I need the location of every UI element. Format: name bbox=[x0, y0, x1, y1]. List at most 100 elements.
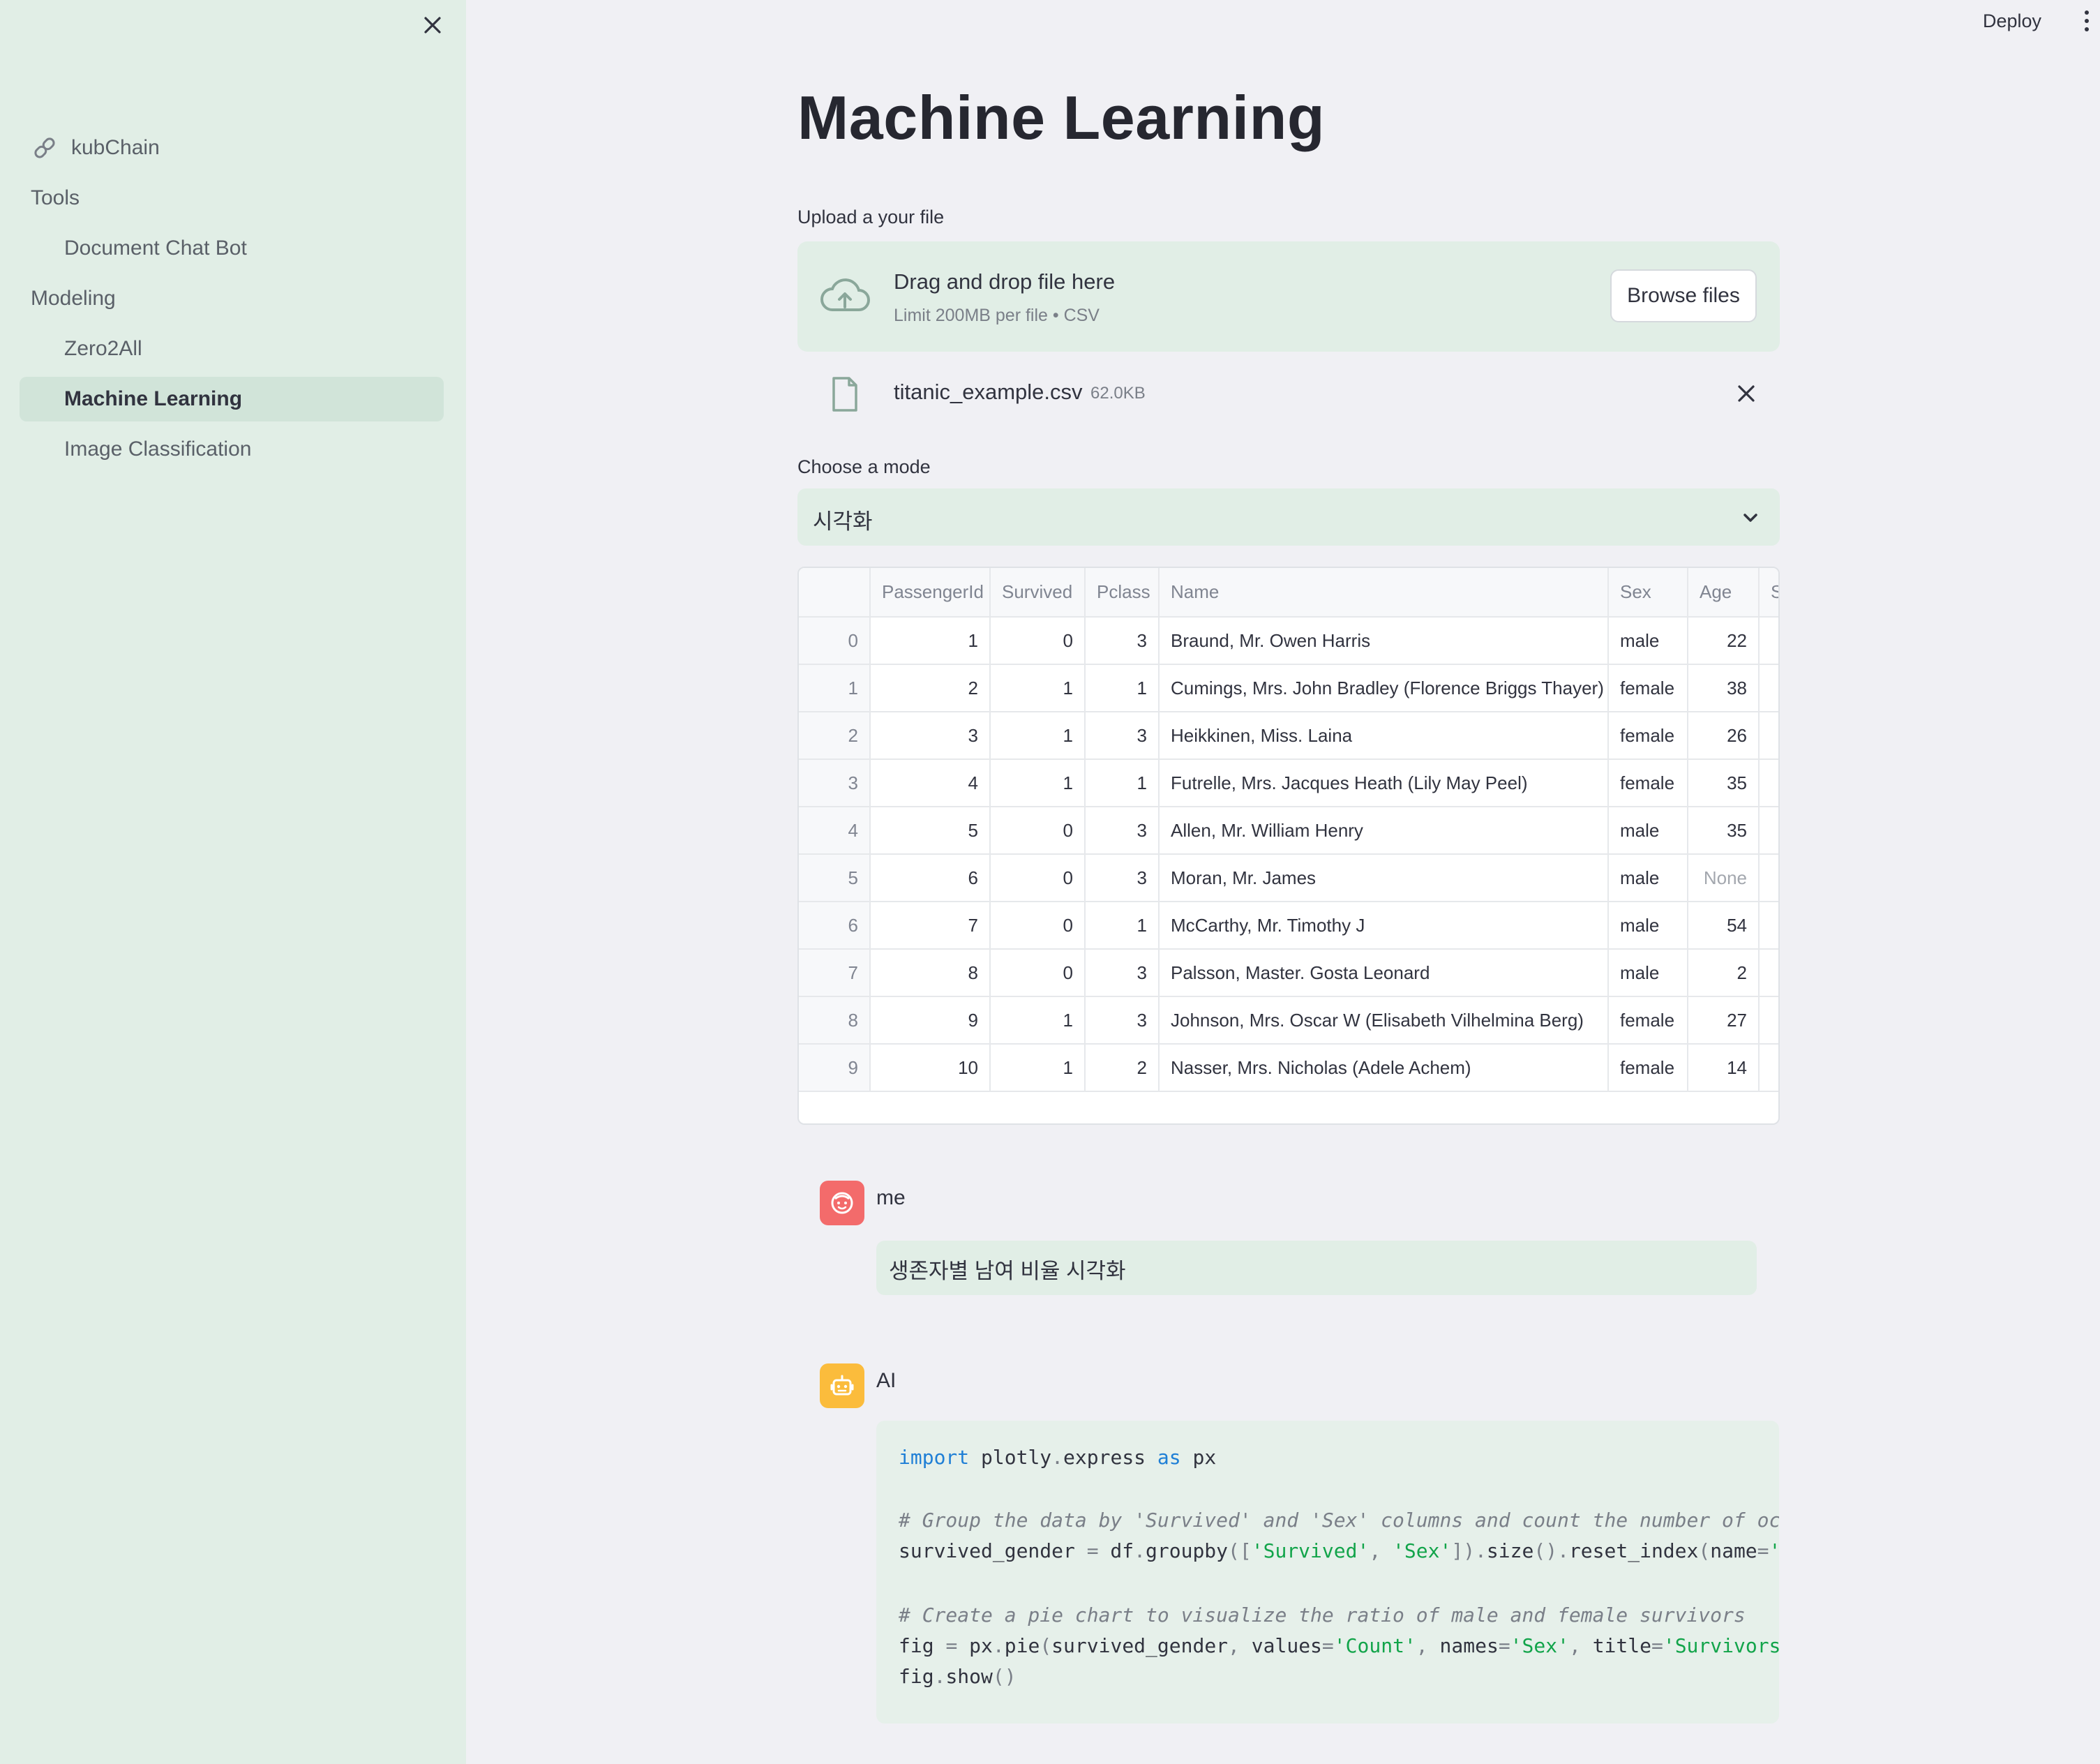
table-cell[interactable]: 1 bbox=[1085, 902, 1160, 950]
table-cell[interactable]: 0 bbox=[990, 854, 1086, 902]
table-cell[interactable] bbox=[1759, 902, 1778, 950]
table-cell[interactable]: 35 bbox=[1688, 759, 1760, 807]
table-cell[interactable]: female bbox=[1608, 712, 1688, 760]
table-cell[interactable]: 3 bbox=[870, 712, 991, 760]
table-cell[interactable]: 2 bbox=[1085, 1044, 1160, 1092]
table-cell[interactable]: 0 bbox=[990, 949, 1086, 997]
table-cell[interactable] bbox=[1759, 759, 1778, 807]
table-cell[interactable]: 10 bbox=[870, 1044, 991, 1092]
table-cell[interactable]: 3 bbox=[1085, 996, 1160, 1045]
table-cell[interactable]: 0 bbox=[990, 617, 1086, 665]
table-cell[interactable]: male bbox=[1608, 617, 1688, 665]
table-cell[interactable]: 9 bbox=[870, 996, 991, 1045]
table-cell[interactable]: female bbox=[1608, 996, 1688, 1045]
table-cell[interactable]: male bbox=[1608, 902, 1688, 950]
table-cell[interactable]: Allen, Mr. William Henry bbox=[1159, 807, 1609, 855]
table-row[interactable]: 7 8 0 3 Palsson, Master. Gosta Leonard male 2 bbox=[799, 949, 1778, 997]
code-block[interactable]: import plotly.express as px # Group the … bbox=[876, 1421, 1779, 1724]
table-cell[interactable]: Cumings, Mrs. John Bradley (Florence Bri… bbox=[1159, 664, 1609, 712]
table-row[interactable]: 1 2 1 1 Cumings, Mrs. John Bradley (Florence… bbox=[799, 664, 1778, 712]
table-cell[interactable] bbox=[1759, 617, 1778, 665]
table-cell[interactable]: male bbox=[1608, 854, 1688, 902]
browse-files-button[interactable]: Browse files bbox=[1610, 269, 1757, 322]
table-cell[interactable]: 2 bbox=[1688, 949, 1760, 997]
table-cell[interactable] bbox=[1759, 712, 1778, 760]
table-cell[interactable]: 1 bbox=[990, 996, 1086, 1045]
table-cell[interactable]: 7 bbox=[870, 902, 991, 950]
table-cell[interactable]: female bbox=[1608, 664, 1688, 712]
table-cell[interactable]: 3 bbox=[1085, 807, 1160, 855]
table-cell[interactable]: 5 bbox=[870, 807, 991, 855]
table-cell[interactable]: Heikkinen, Miss. Laina bbox=[1159, 712, 1609, 760]
column-header[interactable]: Name bbox=[1159, 568, 1609, 618]
column-header[interactable]: Age bbox=[1688, 568, 1760, 618]
table-cell[interactable]: 1 bbox=[990, 664, 1086, 712]
table-cell[interactable]: 1 bbox=[1085, 759, 1160, 807]
table-cell[interactable]: female bbox=[1608, 759, 1688, 807]
table-cell[interactable]: male bbox=[1608, 807, 1688, 855]
table-cell[interactable]: 3 bbox=[1085, 712, 1160, 760]
main-menu-button[interactable] bbox=[2076, 6, 2097, 36]
table-cell[interactable]: 0 bbox=[990, 902, 1086, 950]
table-cell[interactable]: 8 bbox=[870, 949, 991, 997]
table-cell[interactable]: 26 bbox=[1688, 712, 1760, 760]
table-cell[interactable]: Futrelle, Mrs. Jacques Heath (Lily May P… bbox=[1159, 759, 1609, 807]
remove-file-button[interactable] bbox=[1732, 380, 1760, 408]
table-cell[interactable] bbox=[1759, 949, 1778, 997]
sidebar-item-machine-learning[interactable]: Machine Learning bbox=[20, 377, 444, 421]
mode-select[interactable]: 시각화 bbox=[797, 488, 1780, 546]
table-cell[interactable]: female bbox=[1608, 1044, 1688, 1092]
table-cell[interactable]: 35 bbox=[1688, 807, 1760, 855]
table-cell[interactable]: 6 bbox=[870, 854, 991, 902]
column-header[interactable]: S bbox=[1759, 568, 1778, 618]
column-header[interactable]: Sex bbox=[1608, 568, 1688, 618]
table-row[interactable]: 9 10 1 2 Nasser, Mrs. Nicholas (Adele Achem)… bbox=[799, 1044, 1778, 1092]
table-cell[interactable] bbox=[1759, 664, 1778, 712]
column-header[interactable]: PassengerId bbox=[870, 568, 991, 618]
table-cell[interactable]: 3 bbox=[1085, 949, 1160, 997]
dataframe-table[interactable]: PassengerId Survived Pclass Name Sex Age… bbox=[797, 567, 1780, 1125]
table-cell[interactable]: 1 bbox=[1085, 664, 1160, 712]
table-cell[interactable]: male bbox=[1608, 949, 1688, 997]
table-cell[interactable]: Johnson, Mrs. Oscar W (Elisabeth Vilhelm… bbox=[1159, 996, 1609, 1045]
table-row[interactable]: 3 4 1 1 Futrelle, Mrs. Jacques Heath (Lily M… bbox=[799, 759, 1778, 807]
table-cell[interactable]: 1 bbox=[990, 759, 1086, 807]
table-cell[interactable]: 27 bbox=[1688, 996, 1760, 1045]
table-cell[interactable] bbox=[1759, 854, 1778, 902]
table-row[interactable]: 2 3 1 3 Heikkinen, Miss. Laina female 26 bbox=[799, 712, 1778, 760]
close-sidebar-button[interactable] bbox=[417, 10, 448, 40]
sidebar-item-zero2all[interactable]: Zero2All bbox=[20, 327, 444, 371]
table-row[interactable]: 4 5 0 3 Allen, Mr. William Henry male 35 bbox=[799, 807, 1778, 855]
table-row[interactable]: 5 6 0 3 Moran, Mr. James male None bbox=[799, 854, 1778, 902]
table-cell[interactable]: Nasser, Mrs. Nicholas (Adele Achem) bbox=[1159, 1044, 1609, 1092]
table-cell[interactable]: 54 bbox=[1688, 902, 1760, 950]
sidebar-item-image-classification[interactable]: Image Classification bbox=[20, 427, 444, 472]
file-dropzone[interactable]: Drag and drop file here Limit 200MB per … bbox=[797, 241, 1780, 352]
column-header[interactable]: Pclass bbox=[1085, 568, 1160, 618]
table-cell[interactable]: McCarthy, Mr. Timothy J bbox=[1159, 902, 1609, 950]
table-cell[interactable]: Braund, Mr. Owen Harris bbox=[1159, 617, 1609, 665]
deploy-button[interactable]: Deploy bbox=[1976, 6, 2048, 36]
table-row[interactable]: 0 1 0 3 Braund, Mr. Owen Harris male 22 bbox=[799, 617, 1778, 665]
sidebar-item-document-chat-bot[interactable]: Document Chat Bot bbox=[20, 226, 444, 271]
table-cell[interactable] bbox=[1759, 996, 1778, 1045]
table-cell[interactable] bbox=[1759, 1044, 1778, 1092]
table-cell[interactable]: 1 bbox=[990, 712, 1086, 760]
table-row[interactable]: 6 7 0 1 McCarthy, Mr. Timothy Jmale 54 bbox=[799, 902, 1778, 950]
table-cell[interactable]: 1 bbox=[870, 617, 991, 665]
table-cell[interactable]: Palsson, Master. Gosta Leonard bbox=[1159, 949, 1609, 997]
table-cell[interactable]: 22 bbox=[1688, 617, 1760, 665]
table-cell[interactable]: 38 bbox=[1688, 664, 1760, 712]
table-cell[interactable]: Moran, Mr. James bbox=[1159, 854, 1609, 902]
table-cell[interactable]: 4 bbox=[870, 759, 991, 807]
sidebar-item-kubchain[interactable]: kubChain bbox=[20, 126, 444, 170]
table-cell[interactable] bbox=[1759, 807, 1778, 855]
table-cell[interactable]: 3 bbox=[1085, 854, 1160, 902]
table-row[interactable]: 8 9 1 3 Johnson, Mrs. Oscar W (Elisabeth Vil… bbox=[799, 996, 1778, 1045]
table-cell[interactable]: 1 bbox=[990, 1044, 1086, 1092]
table-cell[interactable]: None bbox=[1688, 854, 1760, 902]
column-header[interactable]: Survived bbox=[990, 568, 1086, 618]
table-cell[interactable]: 3 bbox=[1085, 617, 1160, 665]
table-cell[interactable]: 14 bbox=[1688, 1044, 1760, 1092]
table-cell[interactable]: 0 bbox=[990, 807, 1086, 855]
